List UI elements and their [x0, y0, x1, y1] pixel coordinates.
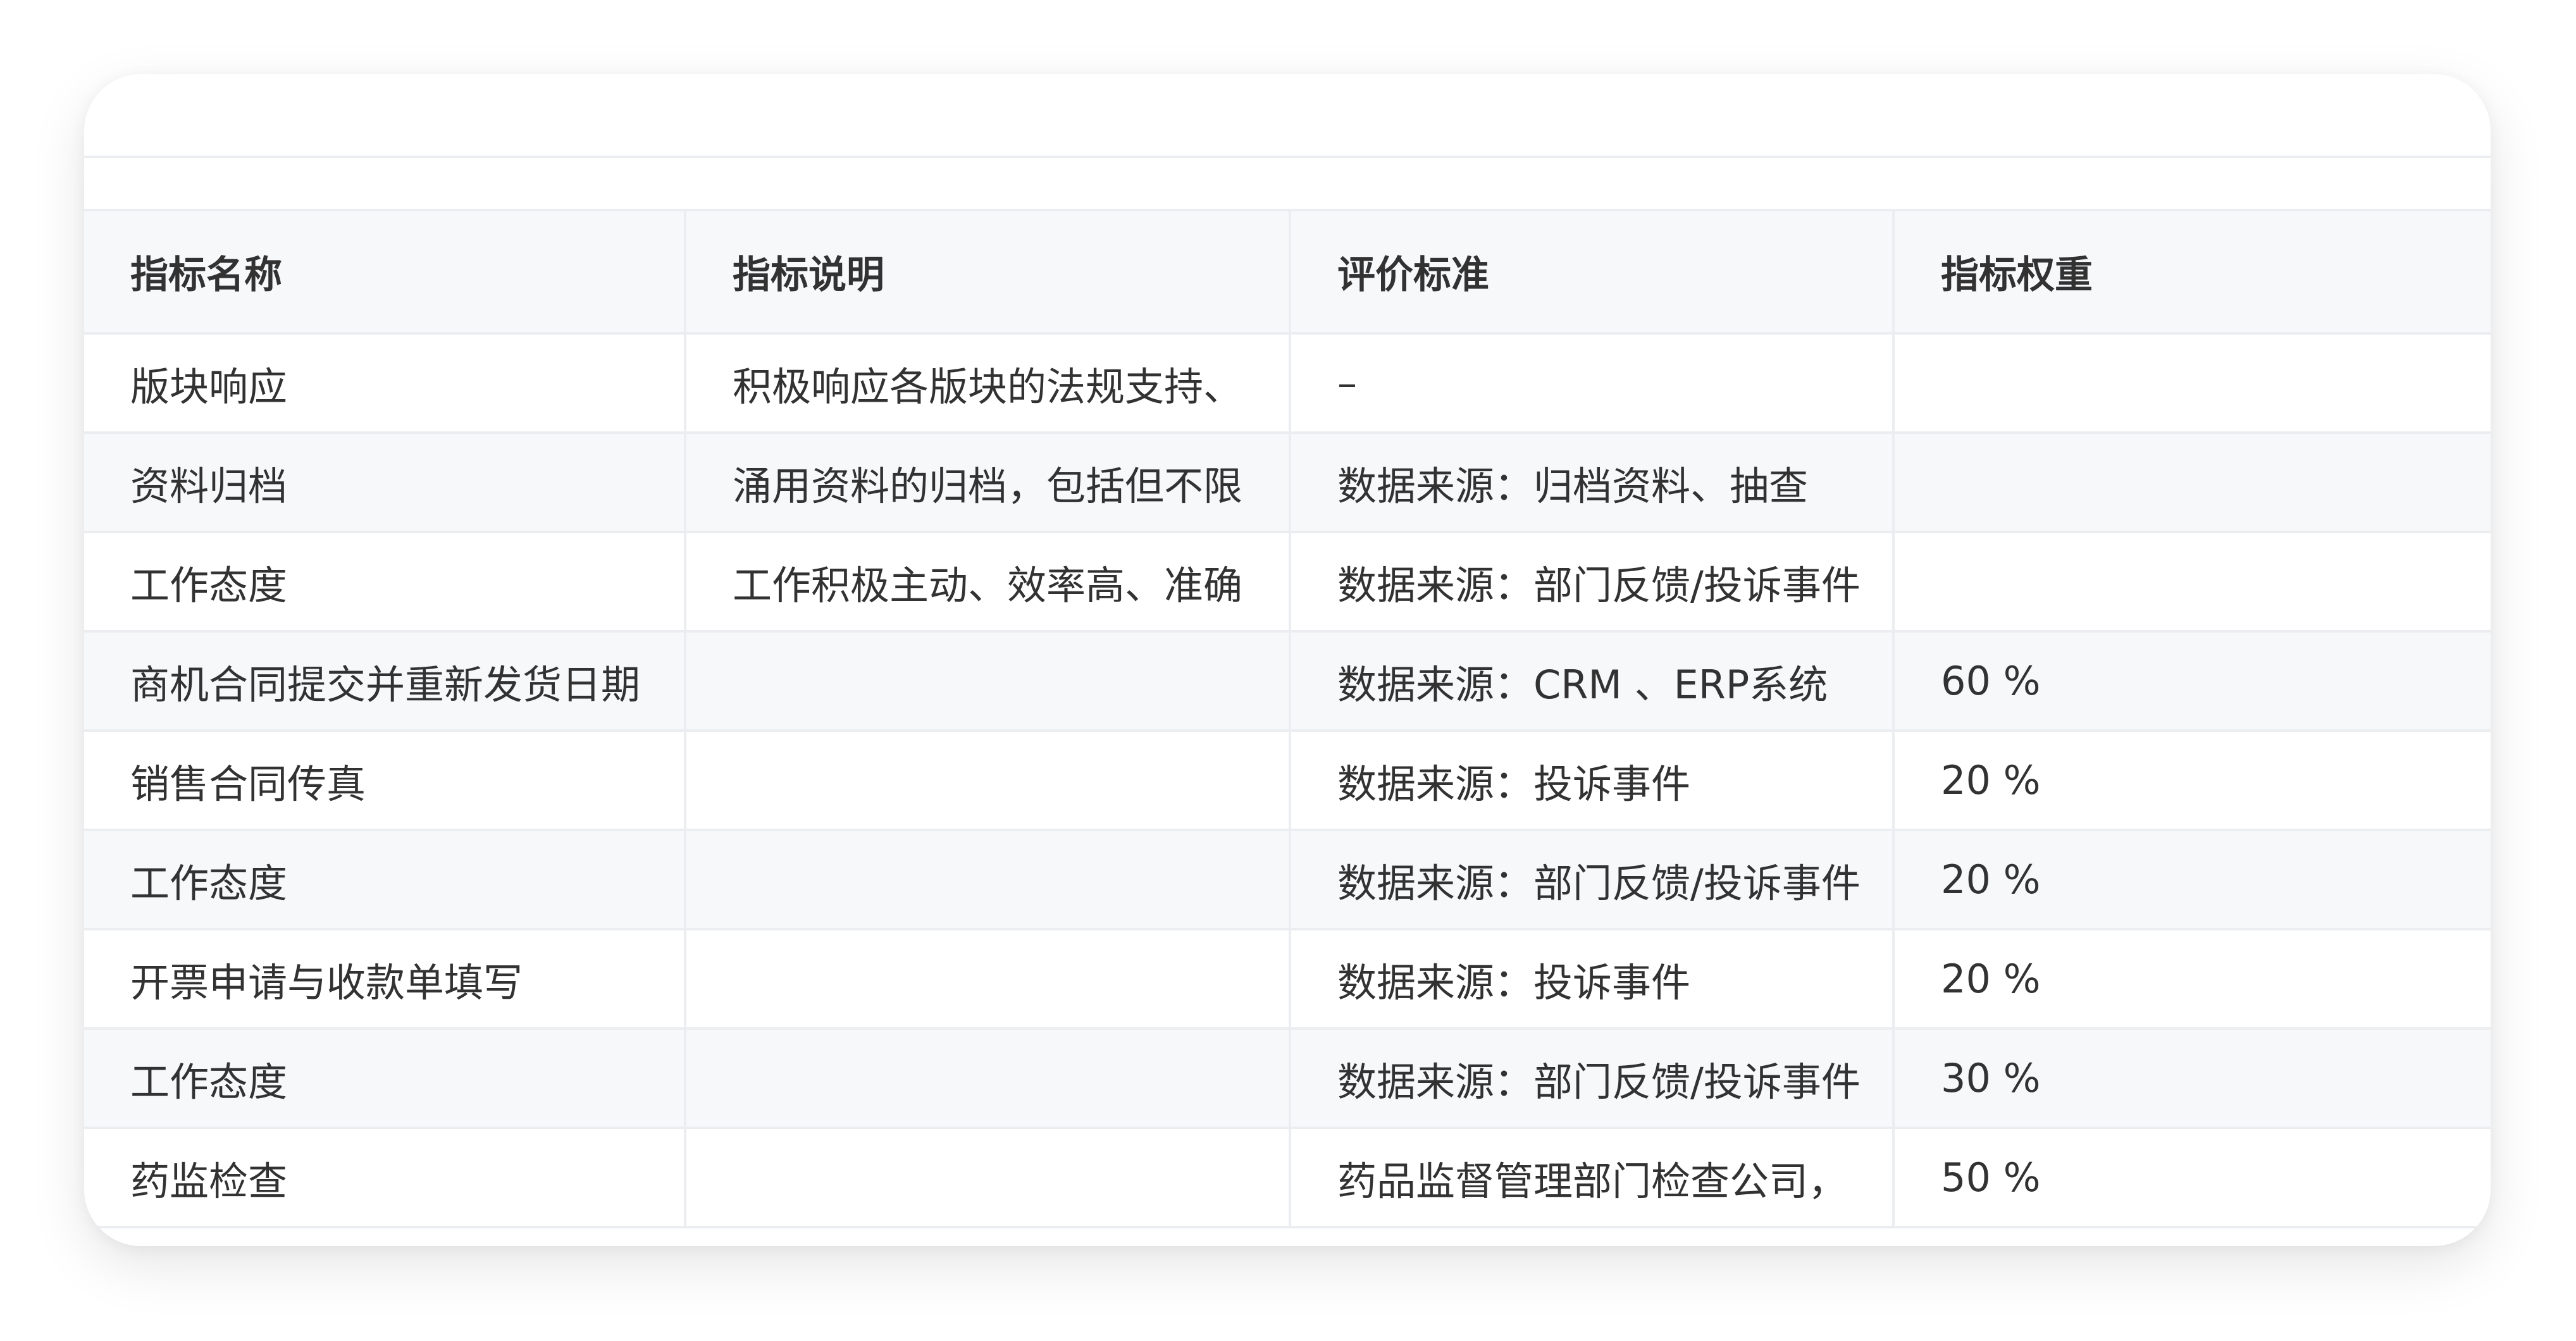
cell-indicator-name: 商机合同提交并重新发货日期	[84, 631, 686, 732]
table-card: 指标名称 指标说明 评价标准 指标权重 版块响应 积极响应各版块的法规支持、 –…	[84, 74, 2491, 1246]
indicator-table: 指标名称 指标说明 评价标准 指标权重 版块响应 积极响应各版块的法规支持、 –…	[84, 209, 2491, 1228]
cell-indicator-description: 工作积极主动、效率高、准确	[685, 532, 1291, 633]
cell-indicator-description	[685, 731, 1291, 831]
cell-indicator-name: 工作态度	[84, 532, 686, 633]
cell-indicator-description	[685, 1128, 1291, 1228]
cell-evaluation-standard: 数据来源：投诉事件	[1290, 731, 1895, 831]
table-row[interactable]: 工作态度 工作积极主动、效率高、准确 数据来源：部门反馈/投诉事件	[84, 532, 2491, 633]
column-header-indicator-description[interactable]: 指标说明	[685, 209, 1291, 335]
cell-indicator-description	[685, 830, 1291, 930]
cell-indicator-description: 涌用资料的归档，包括但不限	[685, 433, 1291, 533]
cell-indicator-name: 资料归档	[84, 433, 686, 533]
cell-evaluation-standard: 数据来源：部门反馈/投诉事件	[1290, 830, 1895, 930]
header-spacer	[84, 158, 2491, 209]
column-header-evaluation-standard[interactable]: 评价标准	[1290, 209, 1895, 335]
cell-indicator-weight: 20 %	[1893, 929, 2491, 1030]
card-header	[84, 74, 2491, 158]
cell-indicator-weight	[1893, 433, 2491, 533]
cell-indicator-description	[685, 1029, 1291, 1129]
cell-indicator-weight: 20 %	[1893, 731, 2491, 831]
table-row[interactable]: 工作态度 数据来源：部门反馈/投诉事件 30 %	[84, 1029, 2491, 1129]
column-header-indicator-name[interactable]: 指标名称	[84, 209, 686, 335]
cell-indicator-name: 销售合同传真	[84, 731, 686, 831]
table-row[interactable]: 商机合同提交并重新发货日期 数据来源：CRM 、ERP系统 60 %	[84, 631, 2491, 732]
cell-indicator-name: 工作态度	[84, 1029, 686, 1129]
table-row[interactable]: 药监检查 药品监督管理部门检查公司， 50 %	[84, 1128, 2491, 1228]
table-row[interactable]: 销售合同传真 数据来源：投诉事件 20 %	[84, 731, 2491, 831]
cell-indicator-weight: 20 %	[1893, 830, 2491, 930]
cell-evaluation-standard: 数据来源：归档资料、抽查	[1290, 433, 1895, 533]
table-header-row: 指标名称 指标说明 评价标准 指标权重	[84, 209, 2491, 335]
cell-indicator-description	[685, 929, 1291, 1030]
cell-indicator-weight	[1893, 532, 2491, 633]
cell-evaluation-standard: –	[1290, 333, 1895, 434]
cell-indicator-weight	[1893, 333, 2491, 434]
column-header-indicator-weight[interactable]: 指标权重	[1893, 209, 2491, 335]
cell-indicator-description: 积极响应各版块的法规支持、	[685, 333, 1291, 434]
cell-indicator-name: 工作态度	[84, 830, 686, 930]
cell-indicator-name: 药监检查	[84, 1128, 686, 1228]
table-row[interactable]: 开票申请与收款单填写 数据来源：投诉事件 20 %	[84, 929, 2491, 1030]
table-row[interactable]: 资料归档 涌用资料的归档，包括但不限 数据来源：归档资料、抽查	[84, 433, 2491, 533]
cell-evaluation-standard: 数据来源：投诉事件	[1290, 929, 1895, 1030]
cell-indicator-description	[685, 631, 1291, 732]
cell-evaluation-standard: 数据来源：部门反馈/投诉事件	[1290, 532, 1895, 633]
cell-indicator-weight: 30 %	[1893, 1029, 2491, 1129]
cell-indicator-weight: 60 %	[1893, 631, 2491, 732]
cell-evaluation-standard: 数据来源：部门反馈/投诉事件	[1290, 1029, 1895, 1129]
cell-evaluation-standard: 数据来源：CRM 、ERP系统	[1290, 631, 1895, 732]
cell-indicator-name: 版块响应	[84, 333, 686, 434]
cell-indicator-name: 开票申请与收款单填写	[84, 929, 686, 1030]
table-row[interactable]: 工作态度 数据来源：部门反馈/投诉事件 20 %	[84, 830, 2491, 930]
table-row[interactable]: 版块响应 积极响应各版块的法规支持、 –	[84, 333, 2491, 434]
cell-evaluation-standard: 药品监督管理部门检查公司，	[1290, 1128, 1895, 1228]
cell-indicator-weight: 50 %	[1893, 1128, 2491, 1228]
